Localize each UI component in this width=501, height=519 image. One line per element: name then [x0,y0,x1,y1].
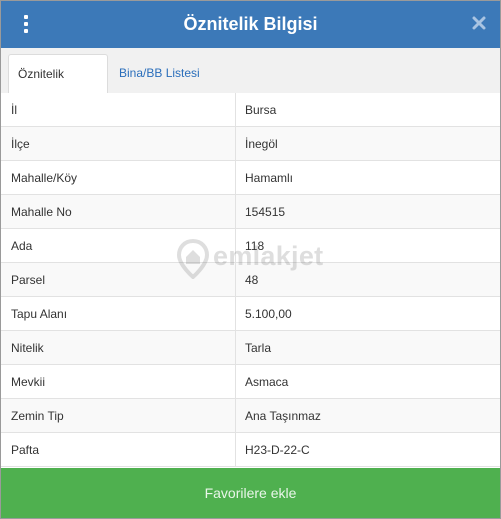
add-to-favorites-button[interactable]: Favorilere ekle [1,468,500,518]
row-key: İlçe [1,126,236,161]
row-value: Hamamlı [235,160,500,195]
table-row: İlçe İnegöl [1,126,500,161]
row-key: Zemin Tip [1,398,236,433]
close-icon[interactable] [470,14,488,32]
row-key: İl [1,93,236,127]
row-value: Asmaca [235,364,500,399]
tab-attribute-info[interactable]: Öznitelik Bilgisi [8,54,108,119]
row-key: Mahalle/Köy [1,160,236,195]
table-row: İl Bursa [1,93,500,127]
table-row: Nitelik Tarla [1,330,500,365]
table-row: Zemin Tip Ana Taşınmaz [1,398,500,433]
table-row: Pafta H23-D-22-C [1,432,500,467]
row-key: Pafta [1,432,236,467]
row-key: Ada [1,228,236,263]
attribute-dialog: Öznitelik Bilgisi Öznitelik Bilgisi Bina… [0,0,501,519]
row-key: Tapu Alanı [1,296,236,331]
table-row: Ada 118 [1,228,500,263]
row-key: Mevkii [1,364,236,399]
row-value: İnegöl [235,126,500,161]
row-value: 154515 [235,194,500,229]
table-row: Mevkii Asmaca [1,364,500,399]
table-row: Mahalle/Köy Hamamlı [1,160,500,195]
row-key: Mahalle No [1,194,236,229]
row-value: 118 [235,228,500,263]
tab-building-list[interactable]: Bina/BB Listesi [110,54,209,92]
row-value: 48 [235,262,500,297]
tab-bar: Öznitelik Bilgisi Bina/BB Listesi [1,48,500,119]
attribute-table-container: İl Bursa İlçe İnegöl Mahalle/Köy Hamamlı… [1,93,500,468]
attribute-table: İl Bursa İlçe İnegöl Mahalle/Köy Hamamlı… [1,93,500,467]
row-key: Parsel [1,262,236,297]
row-value: Bursa [235,93,500,127]
row-key: Nitelik [1,330,236,365]
table-row: Mahalle No 154515 [1,194,500,229]
row-value: 5.100,00 [235,296,500,331]
dialog-title: Öznitelik Bilgisi [183,14,318,34]
dialog-header: Öznitelik Bilgisi [1,1,500,48]
table-row: Parsel 48 [1,262,500,297]
table-row: Tapu Alanı 5.100,00 [1,296,500,331]
row-value: Ana Taşınmaz [235,398,500,433]
row-value: H23-D-22-C [235,432,500,467]
row-value: Tarla [235,330,500,365]
